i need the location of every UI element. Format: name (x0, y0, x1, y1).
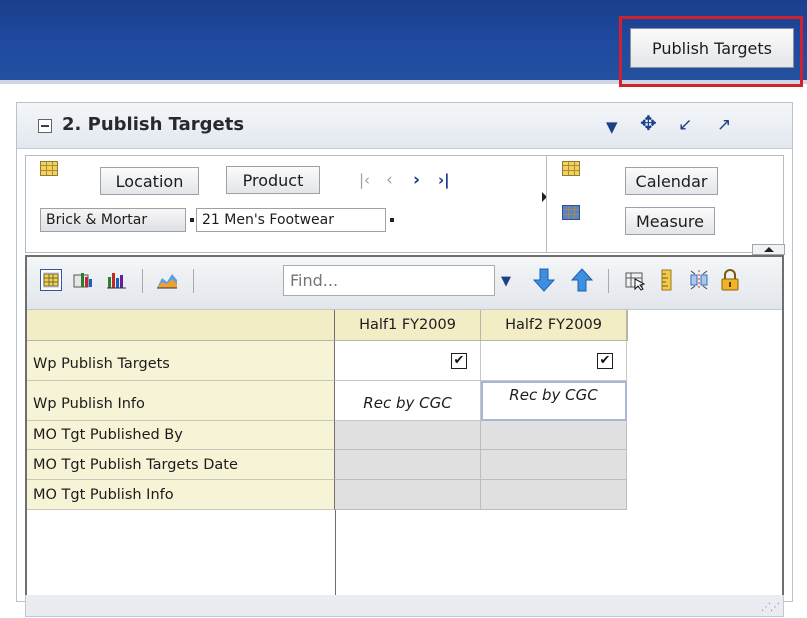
grid-cell[interactable]: ✔ (481, 341, 627, 381)
data-grid: Half1 FY2009 Half2 FY2009 Wp Publish Tar… (27, 310, 782, 595)
row-header: MO Tgt Publish Targets Date (27, 450, 335, 480)
maximize-icon[interactable]: ↗ (717, 113, 731, 137)
grid-cell (481, 450, 627, 480)
first-page-icon[interactable]: |‹ (359, 170, 370, 190)
location-button[interactable]: Location (100, 167, 199, 195)
menu-dropdown-icon[interactable]: ▼ (606, 115, 618, 139)
grid-corner-cell (27, 310, 335, 341)
toolbar-separator (142, 269, 143, 293)
measure-grid-icon (562, 205, 580, 220)
lock-icon[interactable] (719, 269, 741, 291)
table-view-icon[interactable] (40, 269, 62, 291)
panel-header: 2. Publish Targets ▼ ✥ ↙ ↗ (17, 103, 792, 149)
grid-cell (481, 480, 627, 510)
row-header: MO Tgt Publish Info (27, 480, 335, 510)
grid-cell (335, 450, 481, 480)
split-cells-icon[interactable] (688, 269, 710, 291)
table-grid-icon (40, 161, 58, 176)
column-divider (627, 310, 628, 341)
previous-page-icon[interactable]: ‹ (386, 170, 393, 190)
find-previous-up-arrow-icon[interactable] (570, 267, 594, 292)
grid-cell (335, 421, 481, 450)
product-button[interactable]: Product (226, 166, 320, 194)
product-value[interactable]: 21 Men's Footwear (196, 208, 386, 232)
worksheet-toolbar: ▼ (27, 257, 782, 310)
toolbar-separator (608, 269, 609, 293)
worksheet-frame: ▼ Half1 FY2009 Hal (25, 255, 784, 597)
expand-pov-button[interactable] (752, 244, 785, 255)
status-bar: ⋰⋰ (25, 595, 784, 617)
find-dropdown-icon[interactable]: ▼ (501, 274, 523, 296)
product-separator (390, 218, 394, 222)
row-header-empty-area (27, 510, 336, 595)
minimize-icon[interactable]: ↙ (678, 113, 692, 137)
grid-cell-selected[interactable]: Rec by CGC (481, 381, 627, 421)
publish-targets-panel: 2. Publish Targets ▼ ✥ ↙ ↗ Location Prod… (16, 102, 793, 617)
select-cells-icon[interactable] (624, 269, 646, 291)
checkbox[interactable]: ✔ (451, 353, 467, 369)
next-page-icon[interactable]: › (413, 170, 420, 190)
calendar-button[interactable]: Calendar (625, 167, 718, 195)
measure-button[interactable]: Measure (625, 207, 715, 235)
panel-title: 2. Publish Targets (62, 114, 245, 135)
toolbar-separator (193, 269, 194, 293)
location-separator (190, 218, 194, 222)
ruler-icon[interactable] (656, 269, 678, 291)
area-chart-icon[interactable] (156, 269, 178, 291)
grid-cell (481, 421, 627, 450)
find-input[interactable] (283, 265, 495, 296)
column-header[interactable]: Half1 FY2009 (335, 310, 481, 341)
row-header: MO Tgt Published By (27, 421, 335, 450)
find-next-down-arrow-icon[interactable] (532, 267, 556, 292)
collapse-icon[interactable] (38, 119, 52, 133)
bar-chart-icon[interactable] (106, 269, 128, 291)
grid-cell[interactable]: ✔ (335, 341, 481, 381)
table-grid-icon (562, 161, 580, 176)
column-header[interactable]: Half2 FY2009 (481, 310, 627, 341)
pov-left-section: Location Product |‹ ‹ › ›| Brick & Morta… (25, 155, 547, 253)
row-header: Wp Publish Targets (27, 341, 335, 381)
resize-grip-icon[interactable]: ⋰⋰ (761, 603, 780, 613)
move-icon[interactable]: ✥ (640, 111, 657, 135)
row-header: Wp Publish Info (27, 381, 335, 421)
pov-right-section: Calendar Measure (546, 155, 784, 253)
publish-targets-button[interactable]: Publish Targets (630, 28, 794, 68)
checkbox[interactable]: ✔ (597, 353, 613, 369)
last-page-icon[interactable]: ›| (438, 170, 450, 190)
table-chart-view-icon[interactable] (72, 269, 94, 291)
grid-cell[interactable]: Rec by CGC (335, 381, 481, 421)
location-value[interactable]: Brick & Mortar (40, 208, 186, 232)
grid-cell (335, 480, 481, 510)
